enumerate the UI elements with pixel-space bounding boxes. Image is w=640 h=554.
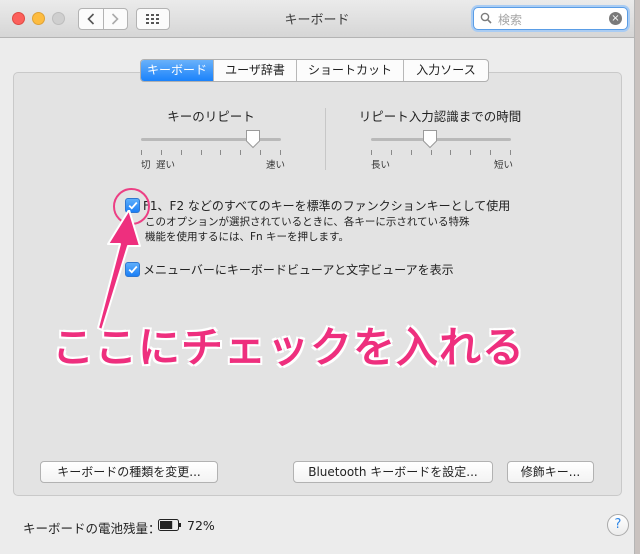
tab-input-sources[interactable]: 入力ソース [403,60,488,81]
slider-tick [490,150,491,155]
search-icon [480,12,492,24]
change-keyboard-type-button[interactable]: キーボードの種類を変更... [40,461,218,483]
navigation-buttons [78,8,128,30]
battery-percent: 72% [187,518,215,533]
slider-tick [470,150,471,155]
slider-tick [510,150,511,155]
modifier-keys-button[interactable]: 修飾キー... [507,461,594,483]
key-repeat-label: キーのリピート [167,109,255,124]
slider-tick [280,150,281,155]
slider-tick [161,150,162,155]
slider-track [371,138,511,141]
key-repeat-fast-label: 速い [266,160,286,171]
key-repeat-slider[interactable] [141,128,281,158]
annotation-text: ここにチェックを入れる [52,323,526,372]
close-window-button[interactable] [12,12,25,25]
chevron-right-icon [112,13,119,25]
tab-bar: キーボード ユーザ辞書 ショートカット 入力ソース [140,59,489,82]
title-bar: キーボード 検索 × [0,0,634,38]
window-title: キーボード [284,13,350,28]
slider-tick [371,150,372,155]
tab-shortcuts[interactable]: ショートカット [296,60,403,81]
show-all-button[interactable] [136,8,170,30]
forward-button[interactable] [102,9,128,29]
help-button[interactable]: ? [607,514,629,536]
slider-tick [411,150,412,155]
tab-user-dictionary[interactable]: ユーザ辞書 [213,60,296,81]
search-field[interactable]: 検索 × [473,7,628,30]
search-placeholder: 検索 [498,13,523,27]
zoom-window-button[interactable] [52,12,65,25]
slider-tick [240,150,241,155]
back-button[interactable] [79,9,103,29]
slider-tick [220,150,221,155]
fn-keys-description-line2: 機能を使用するには、Fn キーを押します。 [145,231,349,243]
setup-bluetooth-keyboard-button[interactable]: Bluetooth キーボードを設定... [293,461,493,483]
slider-tick [201,150,202,155]
slider-tick [391,150,392,155]
slider-tick [141,150,142,155]
key-repeat-off-label: 切 [141,160,151,171]
slider-divider [325,108,326,170]
preferences-window: キーボード 検索 × キーボード ユーザ辞書 ショートカット 入力ソース キーの… [0,0,635,554]
repeat-delay-slider[interactable] [371,128,511,158]
slider-tick [181,150,182,155]
tab-keyboard[interactable]: キーボード [141,60,213,81]
slider-knob-icon[interactable] [245,129,261,149]
slider-tick [260,150,261,155]
repeat-delay-short-label: 短い [494,160,514,171]
chevron-left-icon [87,13,94,25]
grid-icon [146,14,159,24]
clear-search-icon[interactable]: × [609,12,622,25]
show-viewer-option-label[interactable]: メニューバーにキーボードビューアと文字ビューアを表示 [143,261,454,278]
repeat-delay-long-label: 長い [371,160,391,171]
minimize-window-button[interactable] [32,12,45,25]
fn-keys-option-label[interactable]: F1、F2 などのすべてのキーを標準のファンクションキーとして使用 [143,197,510,214]
slider-tick [450,150,451,155]
slider-tick [431,150,432,155]
slider-knob-icon[interactable] [422,129,438,149]
battery-icon [158,519,181,531]
repeat-delay-label: リピート入力認識までの時間 [358,109,522,124]
fn-keys-description-line1: このオプションが選択されているときに、各キーに示されている特殊 [145,216,470,228]
key-repeat-slow-label: 遅い [156,160,176,171]
battery-label: キーボードの電池残量： [23,521,161,536]
